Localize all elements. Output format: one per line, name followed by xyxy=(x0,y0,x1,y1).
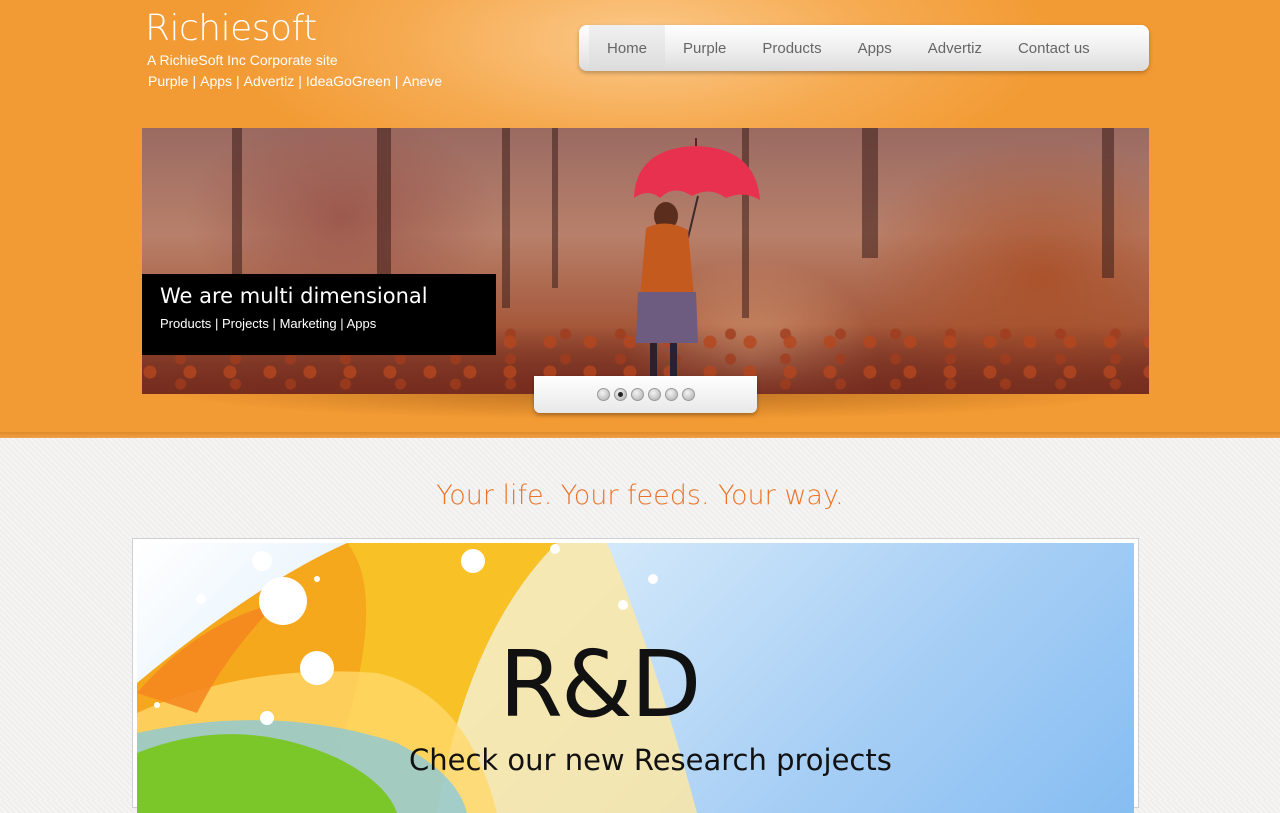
slide-dot-4[interactable] xyxy=(647,388,661,401)
separator: | xyxy=(340,316,344,331)
tree-trunk xyxy=(1102,128,1114,278)
tree-trunk xyxy=(377,128,391,298)
site-link-advertiz[interactable]: Advertiz xyxy=(244,73,295,89)
slide-dot-6[interactable] xyxy=(681,388,695,401)
tree-trunk xyxy=(862,128,878,258)
tree-trunk xyxy=(502,128,510,308)
tree-trunk xyxy=(552,128,558,288)
site-logo[interactable]: Richiesoft xyxy=(145,8,317,49)
rd-subtitle: Check our new Research projects xyxy=(409,743,892,777)
rd-banner[interactable]: R&D Check our new Research projects xyxy=(137,543,1134,813)
tree-trunk xyxy=(232,128,242,278)
site-link-apps[interactable]: Apps xyxy=(200,73,232,89)
rd-banner-frame: R&D Check our new Research projects xyxy=(132,538,1139,813)
caption-link-marketing[interactable]: Marketing xyxy=(280,316,337,331)
slide-caption: We are multi dimensional Products | Proj… xyxy=(142,274,496,355)
site-tagline: A RichieSoft Inc Corporate site xyxy=(147,52,338,68)
nav-item-purple[interactable]: Purple xyxy=(665,25,744,71)
slide-caption-title: We are multi dimensional xyxy=(160,284,428,308)
slide-caption-links: Products | Projects | Marketing | Apps xyxy=(160,316,478,331)
woman-with-umbrella-image xyxy=(634,138,760,385)
caption-link-projects[interactable]: Projects xyxy=(222,316,269,331)
slide-dot-5[interactable] xyxy=(664,388,678,401)
page-slogan: Your life. Your feeds. Your way. xyxy=(436,480,844,511)
site-link-purple[interactable]: Purple xyxy=(148,73,188,89)
slider-pager xyxy=(534,376,757,413)
separator: | xyxy=(272,316,276,331)
caption-link-apps[interactable]: Apps xyxy=(347,316,377,331)
skirt xyxy=(636,292,698,343)
coat xyxy=(640,223,694,298)
umbrella xyxy=(634,146,760,200)
site-links: Purple | Apps | Advertiz | IdeaGoGreen | Aneve xyxy=(148,73,442,89)
site-link-aneve[interactable]: Aneve xyxy=(402,73,442,89)
hero-slider[interactable]: We are multi dimensional Products | Proj… xyxy=(142,128,1149,394)
separator: | xyxy=(214,316,219,331)
caption-link-products[interactable]: Products xyxy=(160,316,211,331)
nav-item-advertiz[interactable]: Advertiz xyxy=(910,25,1000,71)
slide-dot-2[interactable] xyxy=(613,388,627,401)
separator: | xyxy=(192,73,197,89)
rd-title: R&D xyxy=(499,631,702,738)
slide-dot-3[interactable] xyxy=(630,388,644,401)
nav-item-home[interactable]: Home xyxy=(589,25,666,71)
separator: | xyxy=(236,73,240,89)
slide-dot-1[interactable] xyxy=(596,388,610,401)
nav-item-contact-us[interactable]: Contact us xyxy=(1000,25,1108,71)
separator: | xyxy=(394,73,399,89)
nav-item-products[interactable]: Products xyxy=(744,25,839,71)
main-nav: Home Purple Products Apps Advertiz Conta… xyxy=(579,25,1149,71)
separator: | xyxy=(298,73,302,89)
site-link-ideagogreen[interactable]: IdeaGoGreen xyxy=(306,73,391,89)
nav-item-apps[interactable]: Apps xyxy=(840,25,910,71)
